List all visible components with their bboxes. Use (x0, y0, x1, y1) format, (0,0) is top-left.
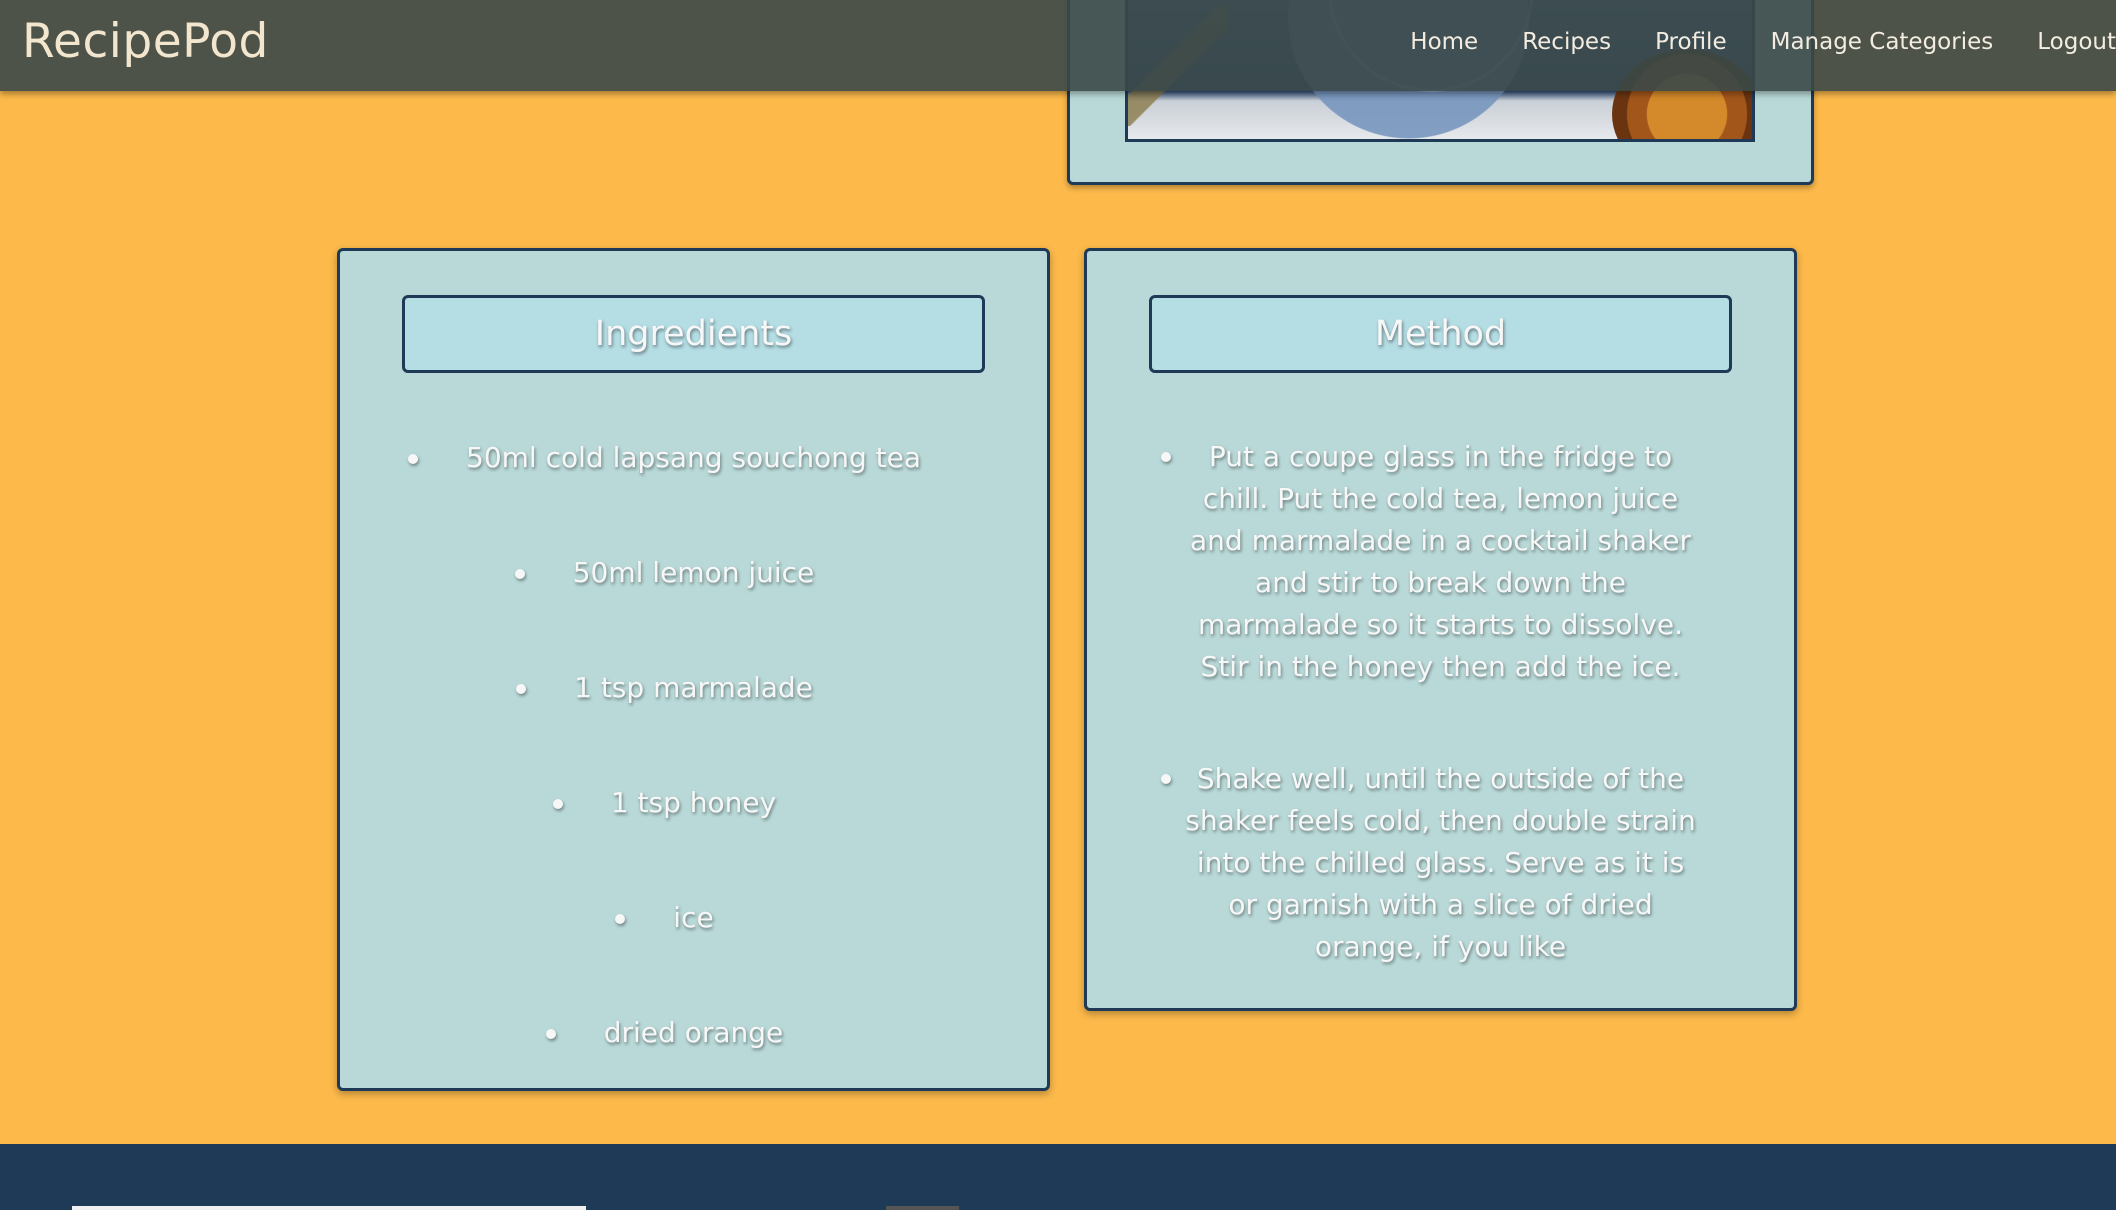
method-step: Put a coupe glass in the fridge to chill… (1160, 436, 1701, 688)
method-steps-list: Put a coupe glass in the fridge to chill… (1087, 436, 1794, 1038)
ingredient-item: 1 tsp marmalade (340, 666, 1047, 781)
ingredient-item: ice (340, 896, 1047, 1011)
ingredient-item: 50ml lemon juice (340, 551, 1047, 666)
method-step: Shake well, until the outside of the sha… (1160, 758, 1701, 968)
footer-divider-small (886, 1206, 959, 1210)
ingredients-heading: Ingredients (402, 295, 985, 373)
navbar: RecipePod Home Recipes Profile Manage Ca… (0, 0, 2116, 91)
nav-link-logout[interactable]: Logout (2015, 29, 2116, 55)
nav-link-recipes[interactable]: Recipes (1500, 29, 1633, 55)
ingredient-item: 1 tsp honey (340, 781, 1047, 896)
ingredients-card: Ingredients 50ml cold lapsang souchong t… (337, 248, 1050, 1091)
nav-link-home[interactable]: Home (1388, 29, 1500, 55)
method-card: Method Put a coupe glass in the fridge t… (1084, 248, 1797, 1011)
ingredients-list: 50ml cold lapsang souchong tea 50ml lemo… (340, 436, 1047, 1126)
footer (0, 1144, 2116, 1210)
ingredient-item: dried orange (340, 1011, 1047, 1126)
nav-link-profile[interactable]: Profile (1633, 29, 1749, 55)
nav-links: Home Recipes Profile Manage Categories L… (1388, 29, 2116, 55)
footer-divider (72, 1206, 586, 1210)
brand-logo[interactable]: RecipePod (22, 14, 269, 69)
method-heading: Method (1149, 295, 1732, 373)
nav-link-manage-categories[interactable]: Manage Categories (1749, 29, 2016, 55)
ingredient-item: 50ml cold lapsang souchong tea (340, 436, 1047, 551)
